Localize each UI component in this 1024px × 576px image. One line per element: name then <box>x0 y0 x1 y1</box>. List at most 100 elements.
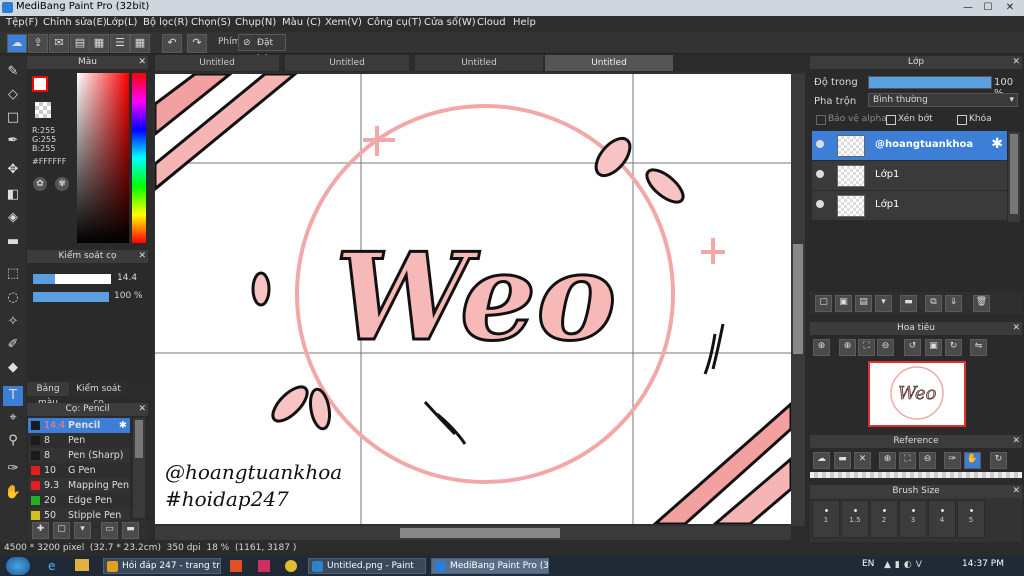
palette-icon[interactable]: ✿ <box>33 177 47 191</box>
new-layer-icon[interactable]: ▢ <box>815 295 832 312</box>
brush-size-cell[interactable]: 1 <box>812 500 840 538</box>
start-button-icon[interactable] <box>6 557 30 575</box>
brush-tool-icon[interactable]: ✎ <box>3 62 23 82</box>
brush-list-scrollbar[interactable] <box>133 418 145 518</box>
visibility-eye-icon[interactable] <box>816 200 824 208</box>
brush-new-icon[interactable]: ▢ <box>53 522 70 539</box>
ref-hand-icon[interactable]: ✋ <box>964 452 981 469</box>
protect-alpha-checkbox[interactable] <box>816 115 826 125</box>
brush-item[interactable]: 10 G Pen <box>28 463 130 478</box>
ref-zoom-out-icon[interactable]: ⊖ <box>919 452 936 469</box>
zoom-out-icon[interactable]: ⊖ <box>877 339 894 356</box>
canvas-horizontal-scrollbar[interactable] <box>155 526 791 540</box>
bucket-tool-icon[interactable]: ◈ <box>3 208 23 228</box>
rotate-left-icon[interactable]: ↺ <box>904 339 921 356</box>
dropper-tool-icon[interactable]: ⚲ <box>3 431 23 451</box>
ref-fit-icon[interactable]: ⛶ <box>899 452 916 469</box>
operation-tool-icon[interactable]: ⌖ <box>3 408 23 428</box>
brush-size-slider[interactable] <box>33 274 111 284</box>
menu-select[interactable]: Chọn(S) <box>191 17 231 28</box>
gradient-tool-icon[interactable]: ▬ <box>3 232 23 252</box>
panel-close-icon[interactable]: ✕ <box>1012 485 1020 498</box>
ref-zoom-in-icon[interactable]: ⊕ <box>879 452 896 469</box>
minimize-button[interactable]: — <box>960 2 976 14</box>
duplicate-layer-icon[interactable]: ⧉ <box>925 295 942 312</box>
select-rect-tool-icon[interactable]: ⬚ <box>3 264 23 284</box>
panel-close-icon[interactable]: ✕ <box>1012 56 1020 69</box>
brush-size-cell[interactable]: 2 <box>870 500 898 538</box>
brush-size-cell[interactable]: 3 <box>899 500 927 538</box>
menu-help[interactable]: Help <box>513 17 536 28</box>
flip-icon[interactable]: ⇋ <box>970 339 987 356</box>
comment-icon[interactable]: ✉ <box>49 34 69 53</box>
app-icon-2[interactable] <box>258 560 270 572</box>
brush-menu-icon[interactable]: ▾ <box>74 522 91 539</box>
explorer-icon[interactable] <box>75 559 89 571</box>
share-icon[interactable]: ⇪ <box>28 34 48 53</box>
layer-menu-icon[interactable]: ▾ <box>875 295 892 312</box>
zoom-in-icon[interactable]: ⊕ <box>813 339 830 356</box>
ref-rotate-icon[interactable]: ↻ <box>990 452 1007 469</box>
canvas-vertical-scrollbar[interactable] <box>791 74 805 526</box>
brush-opacity-slider[interactable] <box>33 292 109 302</box>
tray-icons[interactable]: ▲▮◐V <box>884 560 944 572</box>
move-tool-icon[interactable]: ✥ <box>3 160 23 180</box>
redo-icon[interactable]: ↷ <box>187 34 207 53</box>
ref-cloud-icon[interactable]: ☁ <box>813 452 830 469</box>
fit-icon[interactable]: ⛶ <box>858 339 875 356</box>
close-button[interactable]: ✕ <box>1002 2 1018 14</box>
select-eraser-tool-icon[interactable]: ◆ <box>3 358 23 378</box>
actual-size-icon[interactable]: ▣ <box>925 339 942 356</box>
delete-layer-icon[interactable]: 🗑 <box>973 295 990 312</box>
list-icon[interactable]: ☰ <box>110 34 130 53</box>
grid-icon[interactable]: ▦ <box>130 34 150 53</box>
chrome-icon-2[interactable] <box>285 560 297 572</box>
ref-open-icon[interactable]: ▬ <box>834 452 851 469</box>
brush-item[interactable]: 8 Pen (Sharp) <box>28 448 130 463</box>
foreground-color-swatch[interactable] <box>32 76 48 92</box>
media-icon[interactable] <box>230 560 242 572</box>
menu-capture[interactable]: Chụp(N) <box>235 17 276 28</box>
brush-item[interactable]: 8 Pen <box>28 433 130 448</box>
reset-button[interactable]: ⊘ Đặt lại <box>238 34 286 64</box>
taskbar-item-medibang[interactable]: MediBang Paint Pro (32... <box>431 558 549 574</box>
zoom-in-2-icon[interactable]: ⊕ <box>839 339 856 356</box>
brush-item[interactable]: 20 Edge Pen <box>28 493 130 508</box>
undo-icon[interactable]: ↶ <box>162 34 182 53</box>
taskbar-item-browser[interactable]: Hỏi đáp 247 - trang tra ... <box>103 558 221 574</box>
ie-icon[interactable]: e <box>48 559 62 573</box>
panel-close-icon[interactable]: ✕ <box>1012 435 1020 448</box>
menu-view[interactable]: Xem(V) <box>325 17 362 28</box>
brush-add-icon[interactable]: ✚ <box>32 522 49 539</box>
new-layer-8bit-icon[interactable]: ▣ <box>835 295 852 312</box>
menu-color[interactable]: Màu (C) <box>282 17 321 28</box>
menu-cloud[interactable]: Cloud <box>477 17 506 28</box>
brush-size-cell[interactable]: 1.5 <box>841 500 869 538</box>
brush-folder-icon[interactable]: ▬ <box>122 522 139 539</box>
panel-close-icon[interactable]: ✕ <box>138 56 146 69</box>
palette-add-icon[interactable]: ✾ <box>55 177 69 191</box>
menu-file[interactable]: Tệp(F) <box>6 17 38 28</box>
layer-row[interactable]: Lớp1 <box>812 191 1007 221</box>
tab-brush-control[interactable]: Kiểm soát cọ <box>71 382 126 408</box>
menu-layer[interactable]: Lớp(L) <box>106 17 137 28</box>
panel-close-icon[interactable]: ✕ <box>138 250 146 263</box>
rotate-right-icon[interactable]: ↻ <box>945 339 962 356</box>
blend-mode-select[interactable]: Bình thường ▾ <box>868 93 1018 107</box>
brush-size-cell[interactable]: 4 <box>928 500 956 538</box>
menu-filter[interactable]: Bộ lọc(R) <box>143 17 188 28</box>
taskbar-item-paint[interactable]: Untitled.png - Paint <box>308 558 426 574</box>
eyedropper-tool-icon[interactable]: ✑ <box>3 459 23 479</box>
cloud-icon[interactable]: ☁ <box>7 34 27 53</box>
document-icon[interactable]: ▤ <box>70 34 90 53</box>
magic-wand-tool-icon[interactable]: ✧ <box>3 312 23 332</box>
menu-tools[interactable]: Công cụ(T) <box>367 17 422 28</box>
gear-icon[interactable]: ✱ <box>991 136 1003 152</box>
eraser-tool-icon[interactable]: ◇ <box>3 85 23 105</box>
doc-tab-4-active[interactable]: Untitled <box>545 55 673 71</box>
brush-copy-icon[interactable]: ▭ <box>101 522 118 539</box>
panel-close-icon[interactable]: ✕ <box>138 403 146 416</box>
menu-window[interactable]: Cửa sổ(W) <box>424 17 476 28</box>
brush-item[interactable]: 9.3 Mapping Pen <box>28 478 130 493</box>
gear-icon[interactable]: ✱ <box>119 418 127 433</box>
